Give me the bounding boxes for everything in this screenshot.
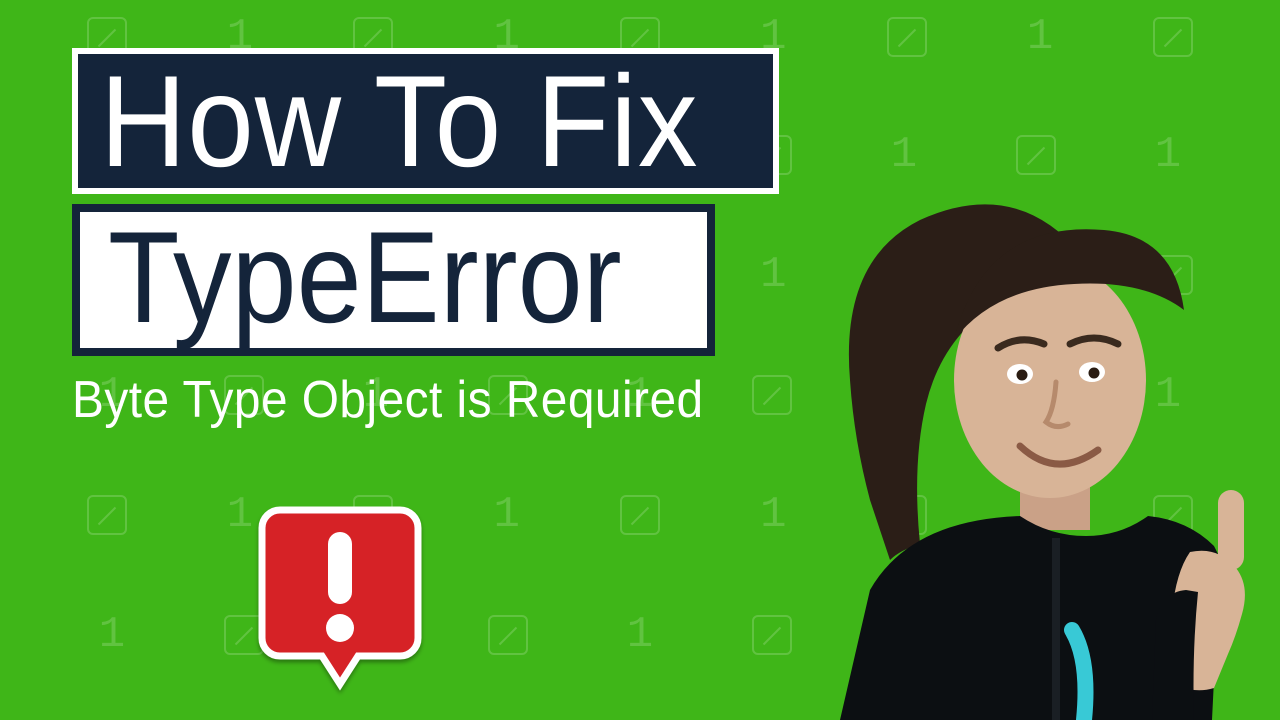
bg-zero-icon: [488, 615, 528, 655]
bg-zero-icon: [887, 17, 927, 57]
bg-zero-icon: [620, 495, 660, 535]
bg-one-glyph: 1: [1027, 12, 1053, 62]
title-line1-text: How To Fix: [100, 56, 699, 186]
subtitle-text: Byte Type Object is Required: [72, 370, 722, 430]
title-line1-box: How To Fix: [72, 48, 779, 194]
title-line2-text: TypeError: [108, 212, 622, 342]
title-line2-box: TypeError: [72, 204, 715, 356]
bg-one-glyph: 1: [493, 490, 519, 540]
title-card: How To Fix TypeError Byte Type Object is…: [72, 48, 779, 430]
alert-exclamation-icon: [250, 498, 430, 698]
presenter-image: [720, 160, 1280, 720]
bg-zero-icon: [87, 495, 127, 535]
bg-one-glyph: 1: [627, 610, 653, 660]
bg-zero-icon: [1153, 17, 1193, 57]
bg-one-glyph: 1: [99, 610, 125, 660]
